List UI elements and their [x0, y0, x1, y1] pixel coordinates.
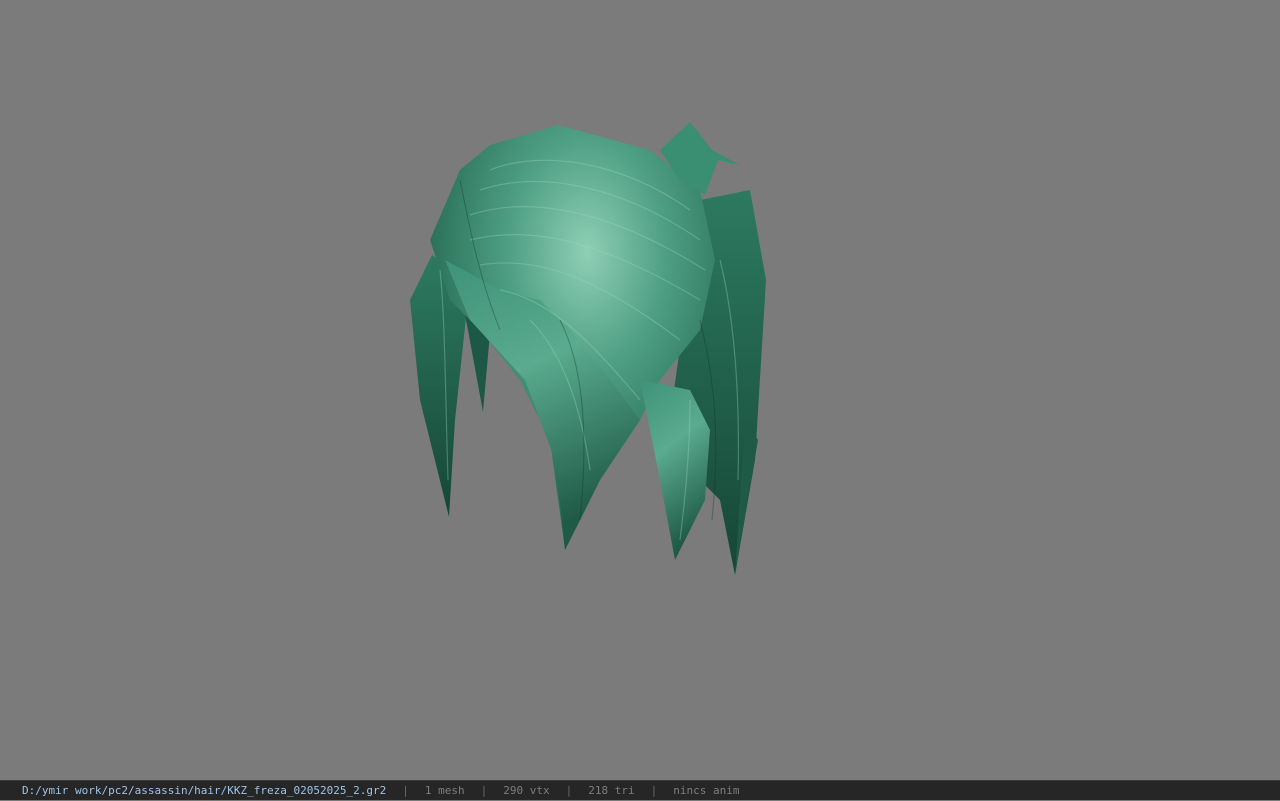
separator: | — [480, 783, 488, 797]
hair-model[interactable] — [0, 0, 1280, 780]
separator: | — [650, 783, 658, 797]
animation-status: nincs anim — [673, 783, 740, 797]
vertex-count: 290 vtx — [503, 783, 550, 797]
status-bar: D:/ymir work/pc2/assassin/hair/KKZ_freza… — [0, 780, 1280, 800]
mesh-count: 1 mesh — [424, 783, 465, 797]
separator: | — [402, 783, 409, 797]
separator: | — [565, 783, 573, 797]
file-path: D:/ymir work/pc2/assassin/hair/KKZ_freza… — [22, 783, 387, 797]
3d-viewport[interactable] — [0, 0, 1280, 780]
triangle-count: 218 tri — [588, 783, 635, 797]
